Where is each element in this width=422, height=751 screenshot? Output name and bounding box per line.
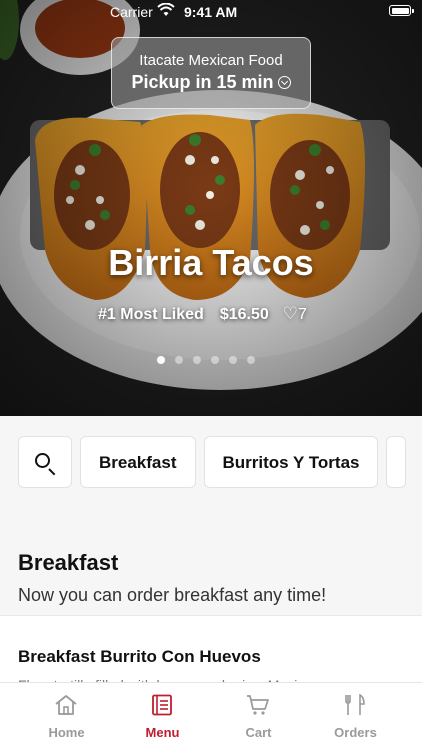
pickup-time: Pickup in 15 min [112, 72, 310, 93]
battery-icon [389, 5, 414, 16]
orders-icon [345, 694, 365, 715]
most-liked-badge: #1 Most Liked [98, 306, 204, 323]
tab-menu[interactable]: Menu [110, 683, 215, 751]
tab-orders-label: Orders [334, 725, 377, 740]
carousel-dot[interactable] [247, 356, 255, 364]
status-bar: Carrier 9:41 AM [0, 0, 422, 24]
carousel-dot[interactable] [229, 356, 237, 364]
pickup-selector[interactable]: Itacate Mexican Food Pickup in 15 min [111, 37, 311, 109]
cart-icon [247, 695, 269, 715]
category-chip-more[interactable] [386, 436, 407, 488]
status-time: 9:41 AM [184, 4, 238, 20]
home-icon [55, 695, 77, 715]
carousel-dot[interactable] [175, 356, 183, 364]
featured-dish-price: $16.50 [219, 306, 269, 323]
hero-banner[interactable]: Carrier 9:41 AM Itacate Mexican Food Pic… [0, 0, 422, 416]
tab-menu-label: Menu [145, 725, 180, 740]
like-count[interactable]: ♡7 [283, 304, 307, 324]
tab-cart-label: Cart [245, 725, 272, 740]
carousel-dot[interactable] [211, 356, 219, 364]
restaurant-name: Itacate Mexican Food [139, 52, 283, 69]
carousel-dots[interactable] [157, 351, 265, 369]
category-chip-breakfast[interactable]: Breakfast [80, 436, 196, 488]
category-chip-burritos[interactable]: Burritos Y Tortas [203, 436, 379, 488]
menu-item-name: Breakfast Burrito Con Huevos [18, 647, 261, 666]
featured-dish-meta: #1 Most Liked $16.50 ♡7 [98, 304, 307, 324]
tab-bar: Home Menu Cart Orders [0, 682, 422, 751]
carrier-label: Carrier [110, 4, 153, 20]
section-title: Breakfast [18, 550, 119, 575]
search-icon [35, 453, 50, 468]
chevron-down-icon [277, 76, 291, 89]
menu-icon [152, 694, 172, 716]
menu-item-card[interactable]: Breakfast Burrito Con Huevos Flour torti… [0, 615, 422, 693]
tab-home[interactable]: Home [14, 683, 119, 751]
heart-icon[interactable]: ♡ [283, 304, 298, 324]
carousel-dot[interactable] [157, 356, 165, 364]
section-subtitle: Now you can order breakfast any time! [18, 585, 327, 605]
wifi-icon [157, 3, 175, 16]
carousel-dot[interactable] [193, 356, 201, 364]
tab-cart[interactable]: Cart [206, 683, 311, 751]
search-button[interactable] [18, 436, 72, 488]
category-bar[interactable]: Breakfast Burritos Y Tortas [18, 436, 414, 490]
tab-home-label: Home [48, 725, 85, 740]
section-header: Breakfast Now you can order breakfast an… [18, 550, 326, 606]
featured-dish-title: Birria Tacos [108, 242, 314, 283]
tab-orders[interactable]: Orders [303, 683, 408, 751]
